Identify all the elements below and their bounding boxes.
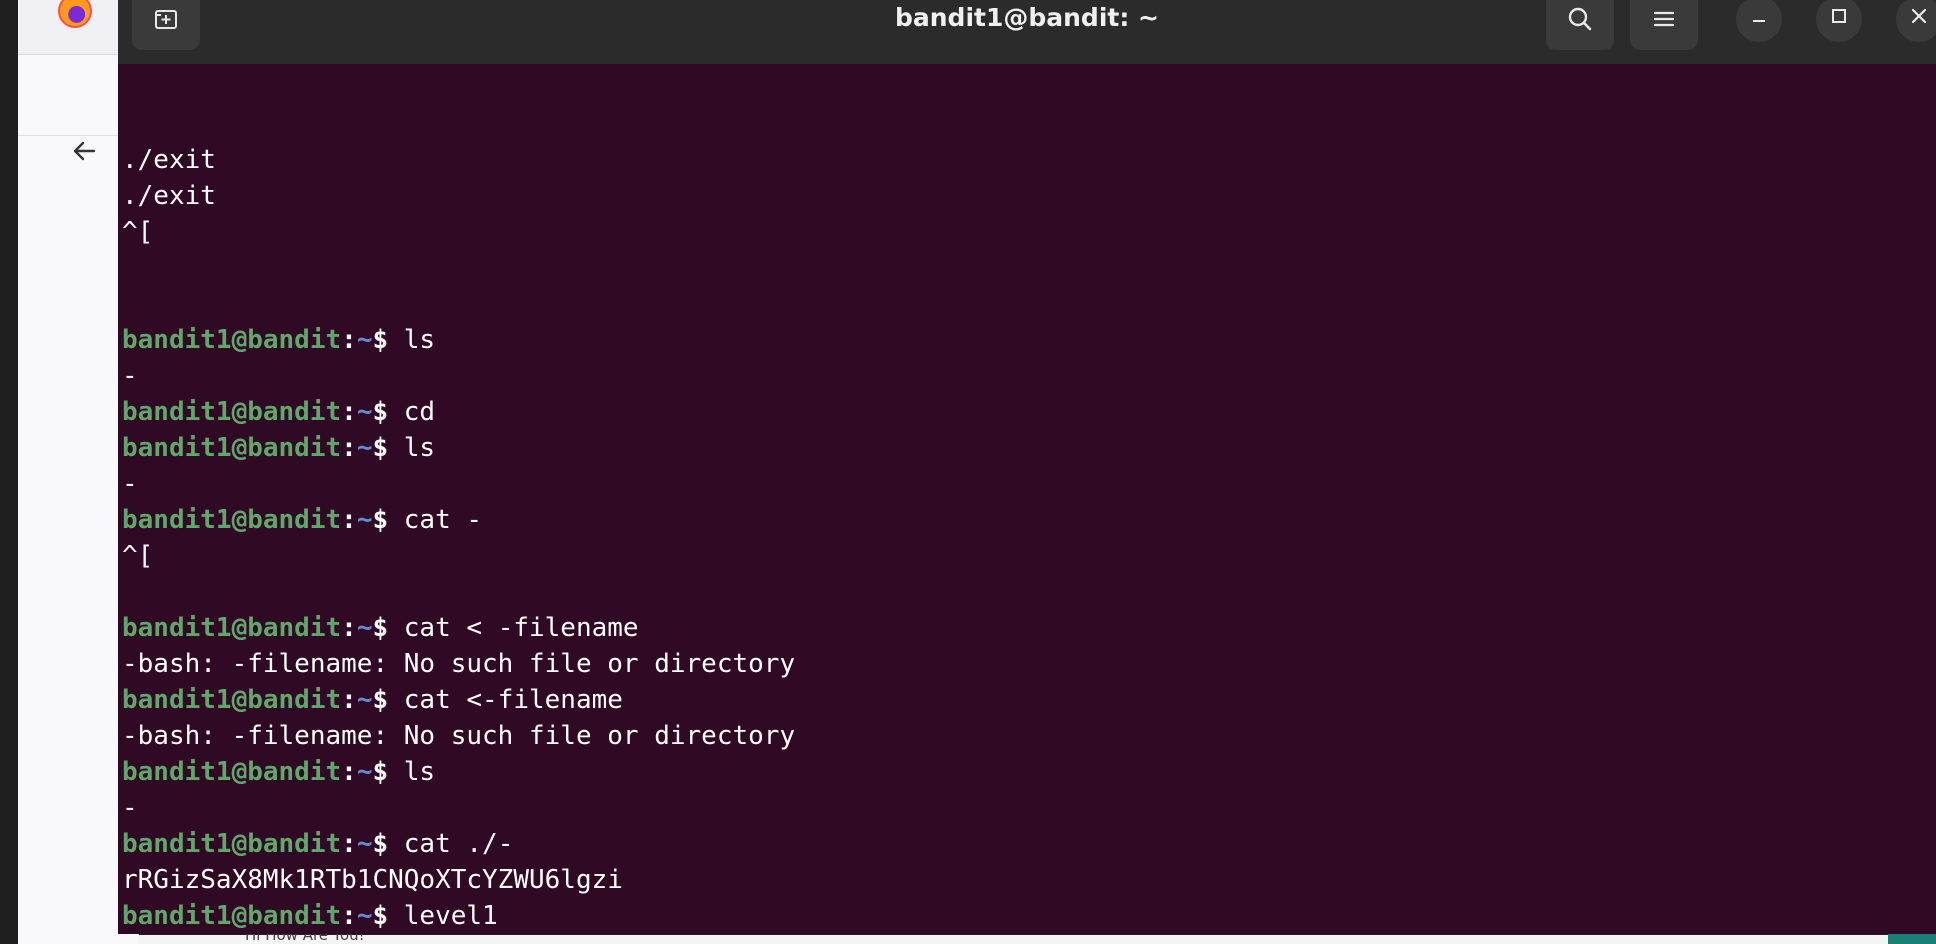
prompt-user: bandit1@bandit [122,613,342,643]
prompt-separator: : [341,613,357,643]
output-line: ./exit [122,145,216,175]
output-line: - [122,469,138,499]
output-line: -bash: -filename: No such file or direct… [122,649,796,679]
prompt-separator: : [341,829,357,859]
prompt-separator: : [341,901,357,931]
prompt-user: bandit1@bandit [122,433,342,463]
prompt-path: ~ [356,613,373,643]
prompt-user: bandit1@bandit [122,505,342,535]
prompt-dollar: $ [372,613,389,643]
prompt-command: ls [388,757,436,787]
prompt-command: ls [388,325,436,355]
output-line: -bash: -filename: No such file or direct… [122,721,796,751]
prompt-dollar: $ [372,325,389,355]
prompt-separator: : [341,325,357,355]
prompt-line: bandit1@bandit:~$ cat ./- [122,826,1936,862]
hamburger-menu-icon [1651,6,1677,36]
prompt-user: bandit1@bandit [122,397,342,427]
prompt-path: ~ [356,505,373,535]
prompt-command: cat <-filename [388,685,623,715]
terminal-window[interactable]: bandit1@bandit: ~ ./exit ./exit ^[bandi… [118,0,1936,934]
prompt-line: bandit1@bandit:~$ ls [122,322,1936,358]
search-icon [1565,4,1595,38]
prompt-dollar: $ [372,397,389,427]
prompt-path: ~ [356,901,373,931]
search-button[interactable] [1546,0,1614,50]
prompt-command: level1 [388,901,498,931]
prompt-command: cat - [388,505,483,535]
prompt-line: bandit1@bandit:~$ cat - [122,502,1936,538]
prompt-path: ~ [356,325,373,355]
prompt-path: ~ [356,829,373,859]
prompt-dollar: $ [372,505,389,535]
prompt-dollar: $ [372,757,389,787]
prompt-path: ~ [356,397,373,427]
prompt-path: ~ [356,757,373,787]
output-line: ^[ [122,541,154,571]
prompt-line: bandit1@bandit:~$ ls [122,754,1936,790]
prompt-line: bandit1@bandit:~$ cat <-filename [122,682,1936,718]
back-arrow-icon[interactable] [66,133,102,169]
prompt-separator: : [341,505,357,535]
prompt-dollar: $ [372,901,389,931]
browser-content-peek [138,935,1936,944]
output-line: ./exit [122,181,216,211]
output-line: - [122,361,138,391]
prompt-separator: : [341,433,357,463]
desktop: Hi How Are You! bandit1@bandit: ~ ./exit… [0,0,1936,944]
prompt-line: bandit1@bandit:~$ ls [122,430,1936,466]
prompt-user: bandit1@bandit [122,325,342,355]
minimize-icon [1749,6,1769,32]
prompt-user: bandit1@bandit [122,685,342,715]
prompt-user: bandit1@bandit [122,757,342,787]
prompt-user: bandit1@bandit [122,829,342,859]
prompt-command: cat < -filename [388,613,639,643]
close-icon [1909,6,1929,32]
menu-button[interactable] [1630,0,1698,50]
maximize-icon [1829,6,1849,32]
prompt-line: bandit1@bandit:~$ cd [122,394,1936,430]
prompt-separator: : [341,685,357,715]
prompt-separator: : [341,397,357,427]
output-line: ^[ [122,217,154,247]
prompt-path: ~ [356,433,373,463]
prompt-dollar: $ [372,829,389,859]
output-line: - [122,793,138,823]
prompt-command: cd [388,397,436,427]
firefox-icon[interactable] [58,0,92,28]
prompt-line: bandit1@bandit:~$ cat < -filename [122,610,1936,646]
prompt-dollar: $ [372,433,389,463]
terminal-titlebar[interactable]: bandit1@bandit: ~ [118,0,1936,64]
prompt-path: ~ [356,685,373,715]
prompt-command: cat ./- [388,829,514,859]
output-line: rRGizSaX8Mk1RTb1CNQoXTcYZWU6lgzi [122,865,623,895]
prompt-user: bandit1@bandit [122,901,342,931]
terminal-output[interactable]: ./exit ./exit ^[bandit1@bandit:~$ ls - bandi… [122,142,1936,934]
prompt-separator: : [341,757,357,787]
prompt-dollar: $ [372,685,389,715]
prompt-line: bandit1@bandit:~$ level1 [122,898,1936,934]
prompt-command: ls [388,433,436,463]
